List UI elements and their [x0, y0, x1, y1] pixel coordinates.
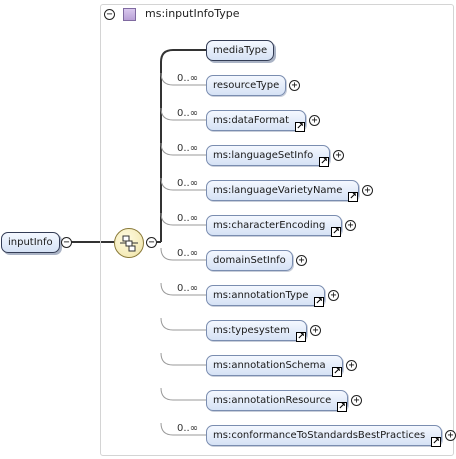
- element-node[interactable]: ms:conformanceToStandardsBestPractices: [206, 425, 443, 446]
- reference-arrow-icon: ↗: [314, 297, 324, 307]
- expand-toggle[interactable]: +: [309, 115, 320, 126]
- reference-arrow-icon: ↗: [348, 192, 358, 202]
- expand-toggle[interactable]: +: [310, 325, 321, 336]
- cardinality-label: 0..∞: [177, 213, 199, 224]
- cardinality-label: 0..∞: [177, 283, 199, 294]
- sequence-icon: [120, 235, 138, 252]
- expand-toggle[interactable]: +: [346, 360, 357, 371]
- expand-toggle[interactable]: +: [289, 80, 300, 91]
- reference-arrow-icon: ↗: [319, 157, 329, 167]
- reference-arrow-icon: ↗: [331, 227, 341, 237]
- element-node[interactable]: ms:languageSetInfo: [206, 145, 331, 166]
- sequence-compositor[interactable]: [114, 228, 144, 258]
- expand-toggle[interactable]: +: [362, 185, 373, 196]
- root-element-inputinfo[interactable]: inputInfo: [1, 232, 60, 253]
- cardinality-label: 0..∞: [177, 143, 199, 154]
- element-node[interactable]: ms:annotationSchema: [206, 355, 343, 376]
- cardinality-label: 0..∞: [177, 248, 199, 259]
- element-node[interactable]: ms:characterEncoding: [206, 215, 343, 236]
- element-node[interactable]: ms:languageVarietyName: [206, 180, 360, 201]
- reference-arrow-icon: ↗: [295, 122, 305, 132]
- cardinality-label: 0..∞: [177, 178, 199, 189]
- reference-arrow-icon: ↗: [337, 402, 347, 412]
- expand-toggle[interactable]: +: [445, 430, 456, 441]
- type-label: ms:inputInfoType: [145, 7, 240, 20]
- element-node[interactable]: ms:typesystem: [206, 320, 307, 341]
- expand-toggle[interactable]: +: [333, 150, 344, 161]
- cardinality-label: 0..∞: [177, 108, 199, 119]
- reference-arrow-icon: ↗: [431, 437, 441, 447]
- expand-toggle[interactable]: +: [328, 290, 339, 301]
- element-node[interactable]: mediaType: [206, 40, 275, 61]
- reference-arrow-icon: ↗: [332, 367, 342, 377]
- element-node[interactable]: resourceType: [206, 75, 287, 96]
- compositor-collapse-toggle[interactable]: −: [146, 237, 157, 248]
- expand-toggle[interactable]: +: [296, 255, 307, 266]
- type-collapse-toggle[interactable]: −: [104, 9, 115, 20]
- cardinality-label: 0..∞: [177, 73, 199, 84]
- reference-arrow-icon: ↗: [296, 332, 306, 342]
- element-node[interactable]: ms:annotationResource: [206, 390, 349, 411]
- expand-toggle[interactable]: +: [345, 220, 356, 231]
- element-node[interactable]: ms:annotationType: [206, 285, 326, 306]
- expand-toggle[interactable]: +: [351, 395, 362, 406]
- cardinality-label: 0..∞: [177, 423, 199, 434]
- element-node[interactable]: domainSetInfo: [206, 250, 293, 271]
- element-node[interactable]: ms:dataFormat: [206, 110, 307, 131]
- root-collapse-toggle[interactable]: −: [61, 237, 72, 248]
- complex-type-icon: [123, 8, 136, 21]
